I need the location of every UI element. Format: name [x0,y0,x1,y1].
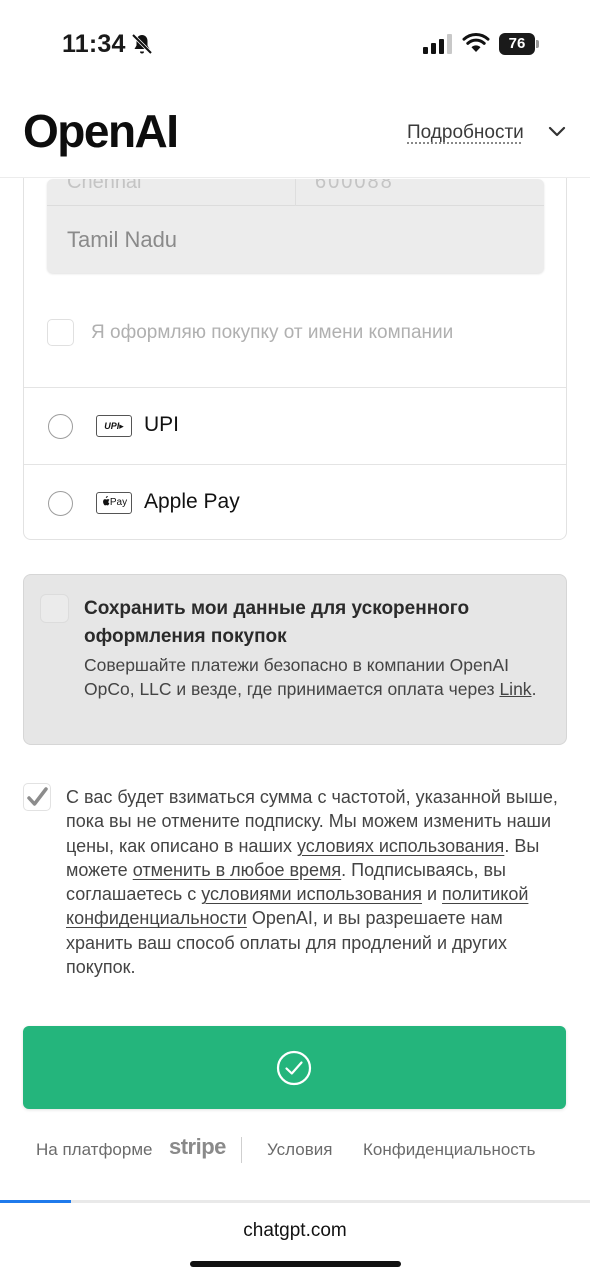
payment-option-upi[interactable]: UPI▸ UPI [24,388,566,464]
apple-pay-label: Apple Pay [144,490,240,513]
checkmark-icon [27,787,48,806]
company-checkbox-label: Я оформляю покупку от имени компании [91,322,454,343]
consent-text-4: и [421,884,443,905]
bell-slash-icon [131,33,153,55]
checkout-footer: На платформе stripe Условия Конфиденциал… [0,1134,590,1165]
battery-level: 76 [499,33,535,55]
url-text[interactable]: chatgpt.com [0,1220,590,1242]
consent-text: С вас будет взиматься сумма с частотой, … [66,785,571,979]
signal-icon [423,34,452,54]
details-link[interactable]: Подробности [407,122,524,144]
link-save-text: Совершайте платежи безопасно в компании … [84,655,509,699]
stripe-logo[interactable]: stripe [169,1134,226,1160]
wifi-icon [462,32,490,52]
checkout-form[interactable]: Chennai 600088 Tamil Nadu Я оформляю пок… [0,178,590,1200]
apple-logo-icon [102,495,110,506]
chevron-down-icon[interactable] [547,124,567,140]
apple-pay-radio[interactable] [48,491,73,516]
link-save-checkbox[interactable] [41,595,68,622]
city-field[interactable]: Chennai [67,179,142,194]
billing-address-box: Chennai 600088 Tamil Nadu [47,179,544,273]
status-time: 11:34 [62,30,126,58]
apple-pay-icon-text: Pay [109,497,128,508]
terms-link[interactable]: Условия [267,1140,332,1160]
cancel-anytime-link[interactable]: отменить в любое время [133,860,341,880]
upi-label: UPI [144,413,180,436]
postal-code-field[interactable]: 600088 [315,179,394,194]
company-checkbox[interactable] [47,319,74,346]
terms-link-1[interactable]: условиях использования [297,836,504,856]
home-indicator[interactable] [190,1261,401,1267]
subscribe-button[interactable] [23,1026,566,1109]
link-save-description: Совершайте платежи безопасно в компании … [84,653,544,701]
link-word[interactable]: Link [499,679,531,699]
checkout-header: OpenAI Подробности [0,88,590,178]
upi-icon-text: UPI▸ [104,421,124,431]
address-bar[interactable]: chatgpt.com [0,1203,590,1280]
consent-checkbox[interactable] [23,783,51,811]
link-save-title: Сохранить мои данные для ускоренного офо… [84,598,470,647]
company-purchase-row[interactable]: Я оформляю покупку от имени компании [47,319,544,349]
upi-radio[interactable] [48,414,73,439]
link-save-box: Сохранить мои данные для ускоренного офо… [23,574,567,745]
state-field[interactable]: Tamil Nadu [67,227,177,253]
payment-card: Chennai 600088 Tamil Nadu Я оформляю пок… [23,178,567,540]
link-save-text-end: . [531,679,537,699]
status-bar: 11:34 76 [0,0,590,88]
terms-link-2[interactable]: условиями использования [201,884,422,904]
footer-divider [241,1137,242,1163]
battery-icon: 76 [499,33,539,55]
upi-icon: UPI▸ [96,415,132,437]
powered-by-text: На платформе [36,1140,153,1159]
apple-pay-icon: Pay [96,492,132,514]
privacy-link[interactable]: Конфиденциальность [363,1140,535,1160]
openai-logo: OpenAI [23,105,179,157]
payment-option-apple-pay[interactable]: Pay Apple Pay [24,465,566,541]
check-circle-icon [276,1050,312,1086]
